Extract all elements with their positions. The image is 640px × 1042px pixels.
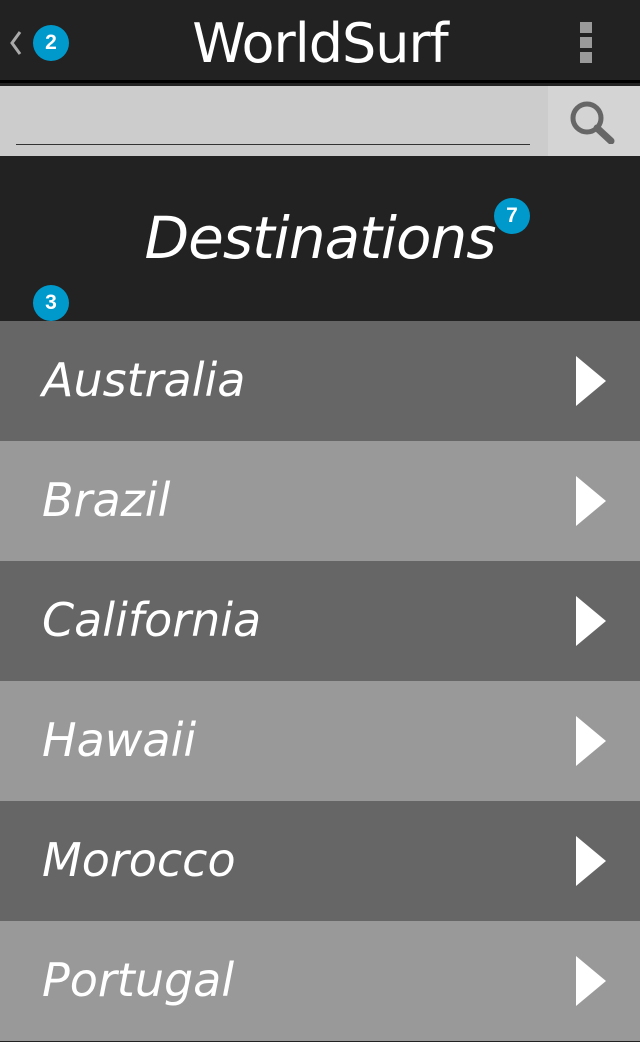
title-badge: 7 (494, 198, 530, 234)
list-item-label: California (42, 593, 262, 647)
search-icon (570, 101, 615, 144)
list-item-california[interactable]: California (0, 561, 640, 681)
list-item-australia[interactable]: Australia (0, 321, 640, 441)
chevron-right-icon (576, 476, 606, 526)
chevron-right-icon (576, 596, 606, 646)
chevron-right-icon (576, 356, 606, 406)
app-bar: 2 WorldSurf (0, 0, 640, 83)
chevron-right-icon (576, 836, 606, 886)
list-item-morocco[interactable]: Morocco (0, 801, 640, 921)
list-item-portugal[interactable]: Portugal (0, 921, 640, 1041)
chevron-right-icon (576, 716, 606, 766)
list-item-label: Hawaii (42, 713, 197, 767)
list-item-brazil[interactable]: Brazil (0, 441, 640, 561)
search-input[interactable] (16, 106, 530, 145)
list-item-label: Australia (42, 353, 246, 407)
section-header: Destinations 7 3 (0, 156, 640, 321)
search-bar (0, 86, 640, 156)
chevron-right-icon (576, 956, 606, 1006)
overflow-menu-icon[interactable] (576, 22, 596, 64)
list-badge: 3 (33, 285, 69, 321)
page-title: Destinations (144, 204, 496, 272)
list-item-label: Portugal (42, 953, 235, 1007)
list-item-label: Morocco (42, 833, 236, 887)
destination-list: Australia Brazil California Hawaii Moroc… (0, 321, 640, 1041)
list-item-label: Brazil (42, 473, 171, 527)
list-item-hawaii[interactable]: Hawaii (0, 681, 640, 801)
search-button[interactable] (548, 86, 640, 156)
app-title: WorldSurf (192, 12, 448, 75)
